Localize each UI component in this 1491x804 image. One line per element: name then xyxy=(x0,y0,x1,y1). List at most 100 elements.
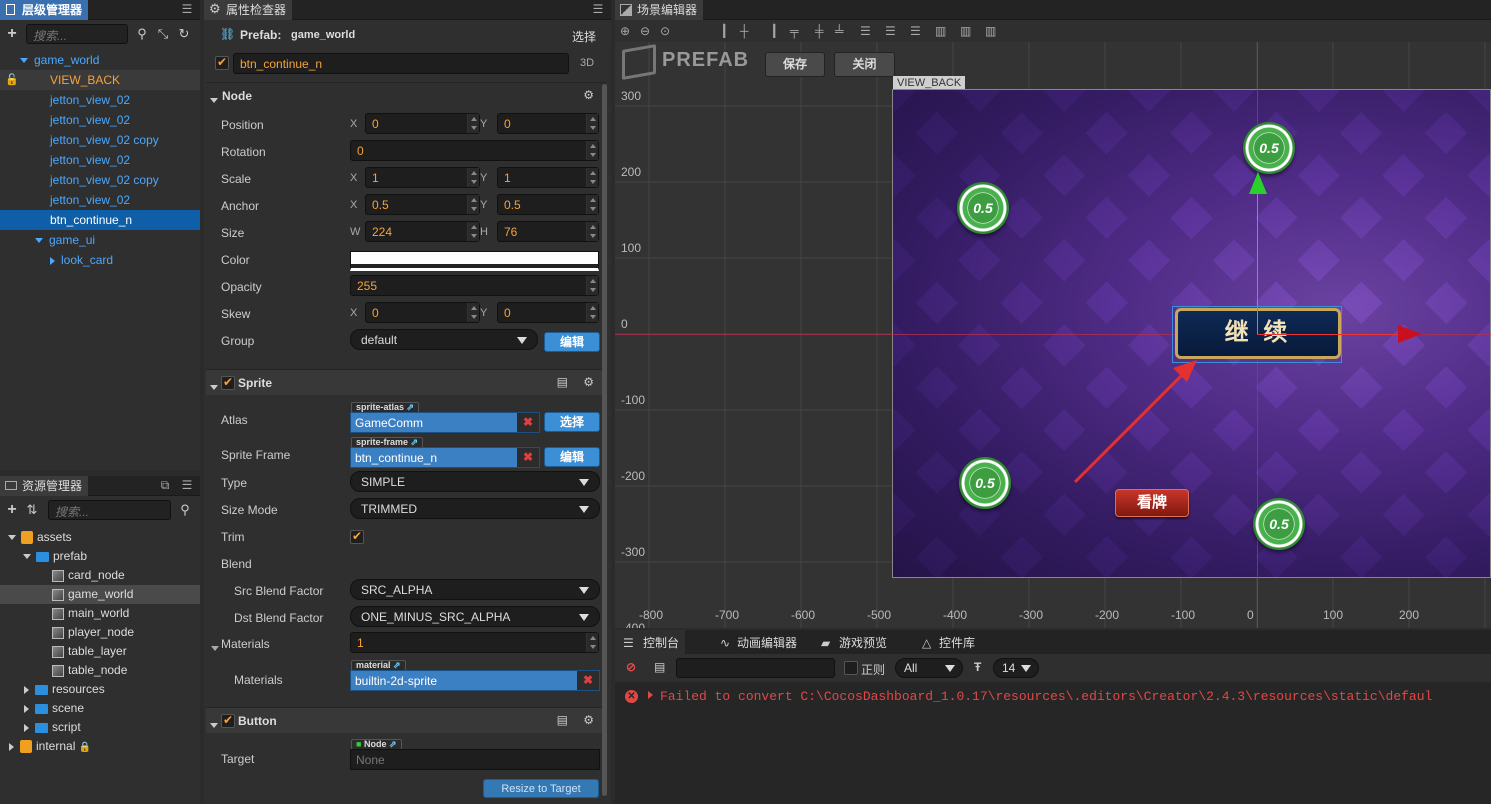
search-icon[interactable]: ⚲ xyxy=(177,502,193,518)
anchor-y-input[interactable]: 0.5 xyxy=(497,194,599,215)
distribute-2-icon[interactable]: ☰ xyxy=(885,20,896,42)
group-edit-button[interactable]: 编辑 xyxy=(544,332,600,352)
atlas-select-button[interactable]: 选择 xyxy=(544,412,600,432)
add-icon[interactable]: + xyxy=(4,502,20,518)
hierarchy-node[interactable]: jetton_view_02 xyxy=(0,110,200,130)
menu-icon[interactable]: ☰ xyxy=(591,2,605,16)
spinner[interactable] xyxy=(586,303,598,322)
clear-console-icon[interactable]: ⊘ xyxy=(626,660,636,674)
help-book-icon[interactable]: ▤ xyxy=(557,713,568,727)
type-select[interactable]: SIMPLE xyxy=(350,471,600,492)
sprite-frame-asset-field[interactable]: btn_continue_n ✖ xyxy=(350,447,540,468)
asset-item[interactable]: card_node xyxy=(0,566,200,585)
save-button[interactable]: 保存 xyxy=(765,52,825,77)
spinner[interactable] xyxy=(586,141,598,160)
collapse-arrow-icon[interactable] xyxy=(8,535,16,541)
sprite-frame-edit-button[interactable]: 编辑 xyxy=(544,447,600,467)
tab-game-preview[interactable]: ▰ 游戏预览 xyxy=(817,630,893,654)
hierarchy-node[interactable]: btn_continue_n xyxy=(0,210,200,230)
materials-count-input[interactable]: 1 xyxy=(350,632,599,653)
position-y-input[interactable]: 0 xyxy=(497,113,599,134)
font-size-select[interactable]: 14 xyxy=(993,658,1039,678)
chip-icon[interactable]: 0.5 xyxy=(1243,122,1295,174)
asset-item[interactable]: resources xyxy=(0,680,200,699)
asset-item[interactable]: assets xyxy=(0,528,200,547)
hierarchy-node[interactable]: jetton_view_02 copy xyxy=(0,170,200,190)
asset-item[interactable]: game_world xyxy=(0,585,200,604)
3d-toggle[interactable]: 3D xyxy=(580,57,594,69)
tab-animation-editor[interactable]: ∿ 动画编辑器 xyxy=(715,630,803,654)
lock-icon[interactable]: 🔓 xyxy=(5,70,19,90)
size-h-input[interactable]: 76 xyxy=(497,221,599,242)
asset-item[interactable]: script xyxy=(0,718,200,737)
zoom-in-icon[interactable]: ⊕ xyxy=(620,20,630,42)
close-button[interactable]: 关闭 xyxy=(834,52,895,77)
regex-checkbox[interactable] xyxy=(844,661,858,675)
skew-x-input[interactable]: 0 xyxy=(365,302,480,323)
align-middle-icon[interactable]: ╪ xyxy=(815,20,824,42)
collapse-arrow-icon[interactable] xyxy=(20,58,28,64)
distribute-1-icon[interactable]: ☰ xyxy=(860,20,871,42)
menu-icon[interactable]: ☰ xyxy=(180,2,194,16)
opacity-input[interactable]: 255 xyxy=(350,275,599,296)
button-section-header[interactable]: Button ▤ ⚙ xyxy=(206,707,606,733)
sort-icon[interactable]: ⇅ xyxy=(24,502,40,518)
tab-inspector[interactable]: ⚙ 属性检查器 xyxy=(204,0,293,20)
add-icon[interactable]: + xyxy=(4,26,20,42)
clear-icon[interactable]: ✖ xyxy=(577,671,599,690)
group-select[interactable]: default xyxy=(350,329,538,350)
clear-icon[interactable]: ✖ xyxy=(517,448,539,467)
spinner[interactable] xyxy=(467,222,479,241)
align-left-icon[interactable]: ▕▏ xyxy=(715,20,733,42)
skew-y-input[interactable]: 0 xyxy=(497,302,599,323)
refresh-icon[interactable]: ↻ xyxy=(176,26,192,42)
hierarchy-node[interactable]: jetton_view_02 copy xyxy=(0,130,200,150)
align-center-icon[interactable]: ┼ xyxy=(740,20,749,42)
console-filter-input[interactable] xyxy=(676,658,835,678)
align-bottom-icon[interactable]: ╧ xyxy=(835,20,844,42)
asset-item[interactable]: player_node xyxy=(0,623,200,642)
spinner[interactable] xyxy=(586,222,598,241)
spinner[interactable] xyxy=(467,114,479,133)
tab-scene-editor[interactable]: 场景编辑器 xyxy=(615,0,704,20)
hierarchy-search-input[interactable]: 搜索... xyxy=(26,24,128,44)
help-book-icon[interactable]: ▤ xyxy=(557,375,568,389)
scale-x-input[interactable]: 1 xyxy=(365,167,480,188)
menu-icon[interactable]: ☰ xyxy=(180,478,194,492)
sprite-enabled-checkbox[interactable] xyxy=(221,375,235,390)
node-active-checkbox[interactable] xyxy=(215,55,229,70)
spinner[interactable] xyxy=(586,633,598,652)
size-mode-select[interactable]: TRIMMED xyxy=(350,498,600,519)
spinner[interactable] xyxy=(586,114,598,133)
scene-canvas[interactable]: PREFAB 保存 关闭 300 200 100 0 -100 -200 -300 -400 … xyxy=(615,42,1491,628)
hierarchy-node[interactable]: 🔓 VIEW_BACK xyxy=(0,70,200,90)
color-swatch[interactable] xyxy=(350,251,599,271)
tab-widget-library[interactable]: △ 控件库 xyxy=(917,630,981,654)
zoom-reset-icon[interactable]: ⊙ xyxy=(660,20,670,42)
spinner[interactable] xyxy=(586,276,598,295)
node-section-header[interactable]: Node ⚙ xyxy=(206,82,606,108)
spinner[interactable] xyxy=(586,195,598,214)
hierarchy-node[interactable]: jetton_view_02 xyxy=(0,90,200,110)
expand-arrow-icon[interactable] xyxy=(648,691,653,699)
asset-item[interactable]: table_layer xyxy=(0,642,200,661)
hierarchy-node[interactable]: game_ui xyxy=(0,230,200,250)
hierarchy-node[interactable]: look_card xyxy=(0,250,200,270)
target-node-field[interactable]: None xyxy=(350,749,600,770)
clear-icon[interactable]: ✖ xyxy=(517,413,539,432)
spinner[interactable] xyxy=(467,303,479,322)
tab-hierarchy[interactable]: 层级管理器 xyxy=(0,0,89,20)
log-level-select[interactable]: All xyxy=(895,658,963,678)
distribute-3-icon[interactable]: ☰ xyxy=(910,20,921,42)
expand-arrow-icon[interactable] xyxy=(9,742,14,751)
chip-icon[interactable]: 0.5 xyxy=(957,182,1009,234)
open-log-icon[interactable]: ▤ xyxy=(654,660,665,674)
position-x-input[interactable]: 0 xyxy=(365,113,480,134)
material-asset-field[interactable]: builtin-2d-sprite ✖ xyxy=(350,670,600,691)
distribute-6-icon[interactable]: ▥ xyxy=(985,20,996,42)
collapse-icon[interactable]: ⤡ xyxy=(155,26,171,42)
anchor-x-input[interactable]: 0.5 xyxy=(365,194,480,215)
zoom-out-icon[interactable]: ⊖ xyxy=(640,20,650,42)
tab-assets[interactable]: 资源管理器 xyxy=(0,476,89,496)
collapse-arrow-icon[interactable] xyxy=(35,238,43,244)
